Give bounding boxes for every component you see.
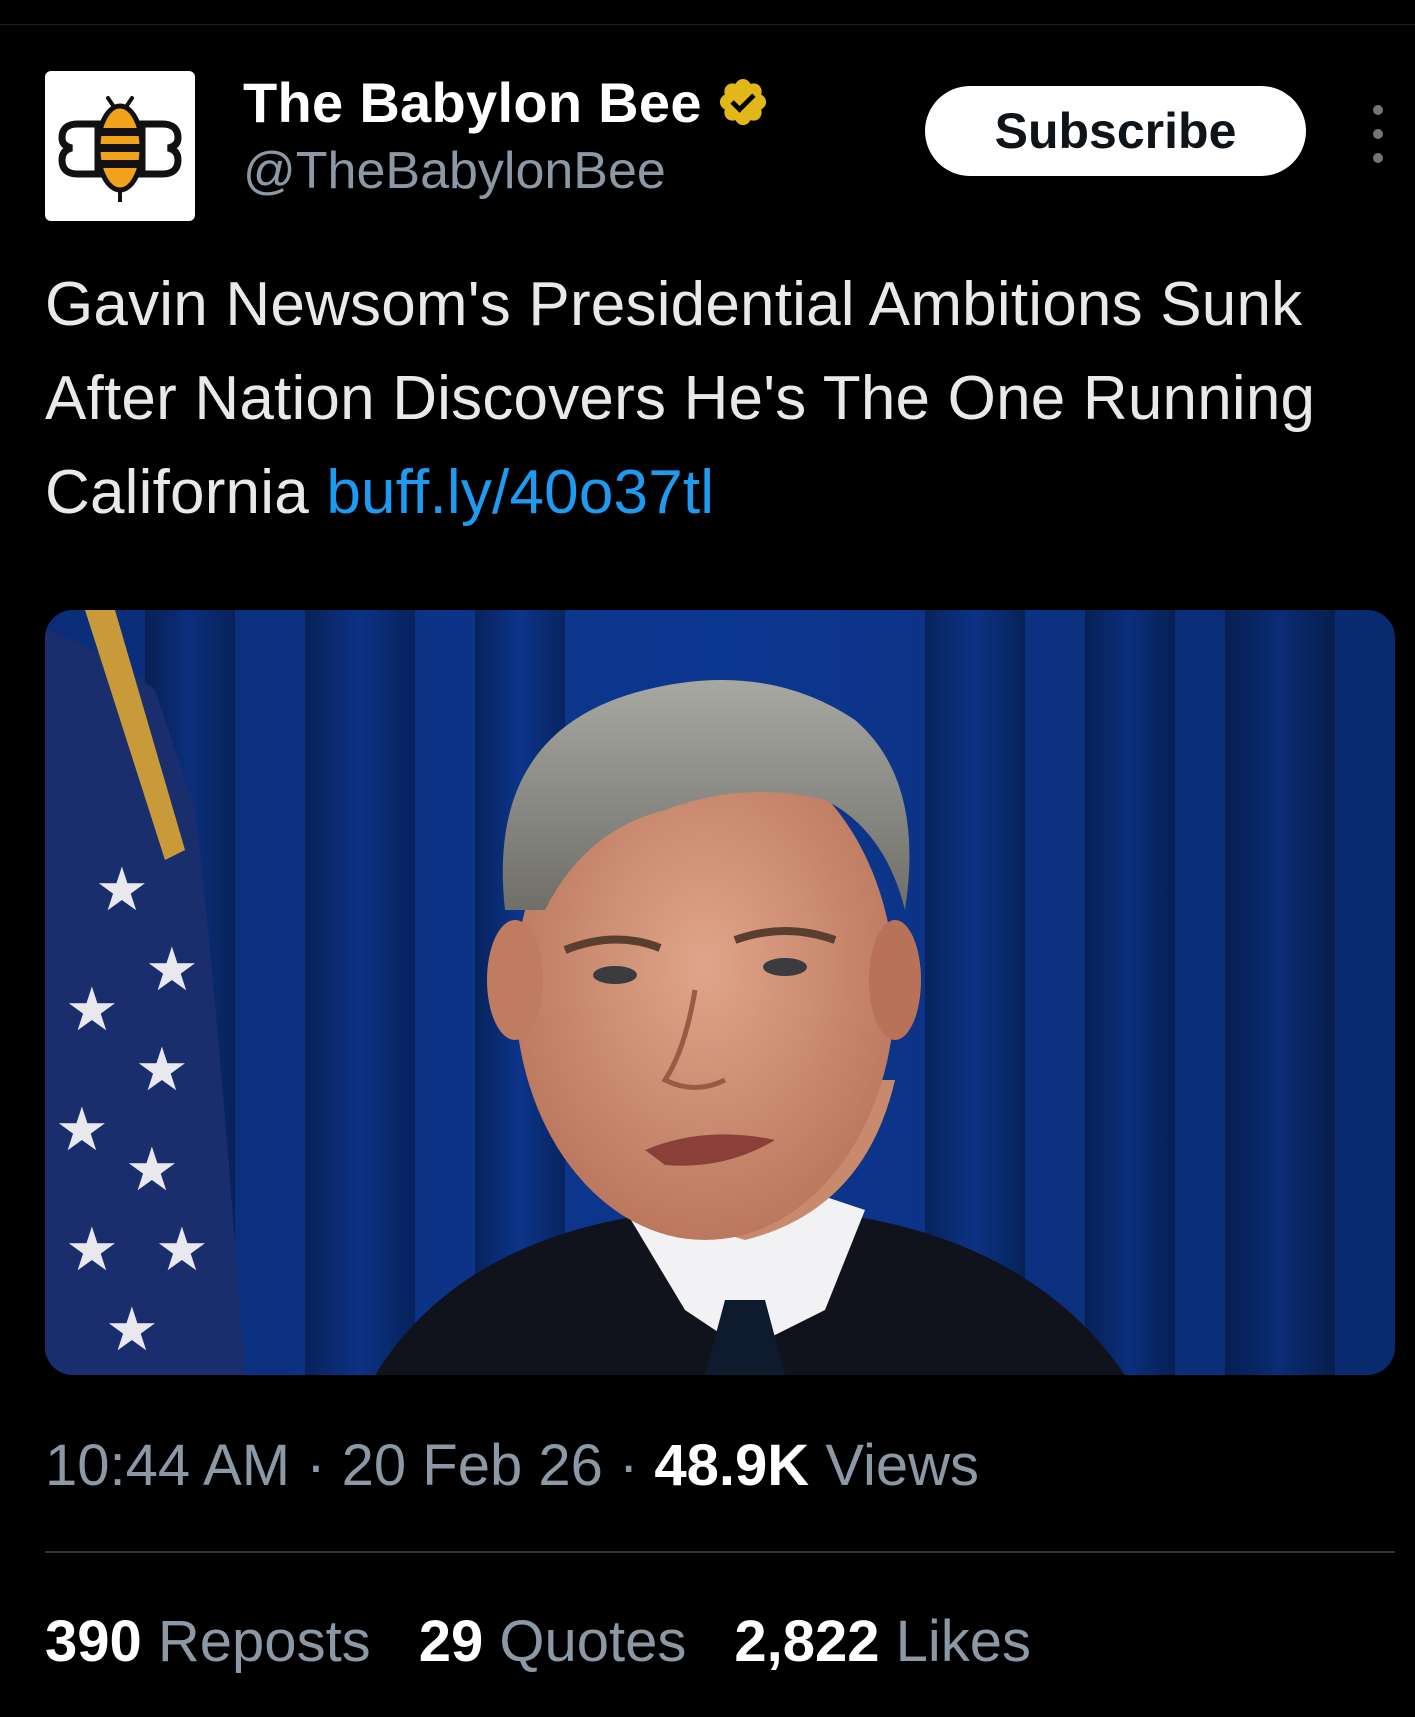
top-divider bbox=[0, 24, 1415, 25]
quotes-stat[interactable]: 29 Quotes bbox=[419, 1608, 687, 1675]
tweet-date[interactable]: 20 Feb 26 bbox=[342, 1433, 603, 1498]
dot bbox=[1373, 105, 1383, 115]
dot bbox=[1373, 129, 1383, 139]
account-handle[interactable]: @TheBabylonBee bbox=[243, 141, 770, 201]
svg-text:★: ★ bbox=[95, 855, 149, 925]
likes-stat[interactable]: 2,822 Likes bbox=[734, 1608, 1031, 1675]
reposts-stat[interactable]: 390 Reposts bbox=[45, 1608, 371, 1675]
media-photo: ★ ★ ★ ★ ★ ★ ★ ★ ★ bbox=[45, 610, 1395, 1375]
tweet-header: The Babylon Bee @TheBabylonBee Subscribe bbox=[45, 71, 1383, 221]
reposts-count: 390 bbox=[45, 1609, 142, 1674]
svg-text:★: ★ bbox=[65, 1215, 119, 1285]
display-name[interactable]: The Babylon Bee bbox=[243, 70, 702, 135]
display-name-row: The Babylon Bee bbox=[243, 70, 770, 135]
svg-text:★: ★ bbox=[155, 1215, 209, 1285]
svg-text:★: ★ bbox=[105, 1295, 159, 1365]
likes-label: Likes bbox=[895, 1609, 1032, 1674]
verified-badge-icon[interactable] bbox=[716, 75, 770, 129]
dot bbox=[1373, 153, 1383, 163]
more-options-icon[interactable] bbox=[1358, 99, 1398, 169]
subscribe-button[interactable]: Subscribe bbox=[925, 86, 1306, 176]
svg-text:★: ★ bbox=[135, 1035, 189, 1105]
quotes-label: Quotes bbox=[499, 1609, 687, 1674]
account-names: The Babylon Bee @TheBabylonBee bbox=[243, 71, 770, 201]
tweet-media[interactable]: ★ ★ ★ ★ ★ ★ ★ ★ ★ bbox=[45, 610, 1395, 1375]
tweet-meta: 10:44 AM · 20 Feb 26 · 48.9K Views bbox=[45, 1432, 979, 1499]
svg-text:★: ★ bbox=[145, 935, 199, 1005]
quotes-count: 29 bbox=[418, 1609, 484, 1674]
svg-text:★: ★ bbox=[55, 1095, 109, 1165]
svg-text:★: ★ bbox=[125, 1135, 179, 1205]
svg-text:★: ★ bbox=[65, 975, 119, 1045]
tweet-text: Gavin Newsom's Presidential Ambitions Su… bbox=[45, 258, 1390, 540]
views-count: 48.9K bbox=[654, 1433, 810, 1498]
tweet-page: The Babylon Bee @TheBabylonBee Subscribe… bbox=[0, 0, 1415, 1717]
likes-count: 2,822 bbox=[734, 1609, 880, 1674]
meta-separator: · bbox=[618, 1433, 639, 1498]
reposts-label: Reposts bbox=[157, 1609, 371, 1674]
engagement-stats: 390 Reposts 29 Quotes 2,822 Likes bbox=[45, 1608, 1079, 1675]
tweet-link[interactable]: buff.ly/40o37tl bbox=[326, 458, 714, 527]
tweet-time[interactable]: 10:44 AM bbox=[45, 1433, 290, 1498]
stats-divider bbox=[45, 1551, 1395, 1553]
meta-separator: · bbox=[306, 1433, 326, 1498]
babylon-bee-logo-icon bbox=[58, 96, 182, 202]
avatar[interactable] bbox=[45, 71, 195, 221]
views-label: Views bbox=[825, 1433, 979, 1498]
